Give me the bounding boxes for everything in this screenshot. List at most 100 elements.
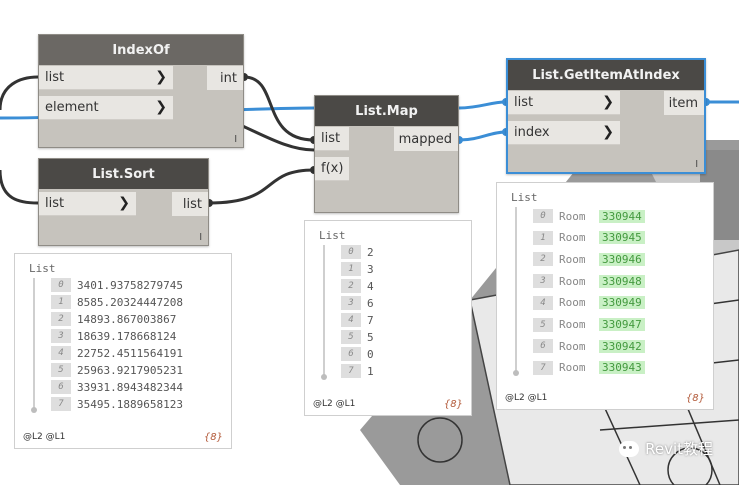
list-value: 330945 [599, 231, 645, 245]
watermark: Revit教程 [619, 438, 713, 459]
node-title: List.GetItemAtIndex [508, 60, 704, 90]
node-title: List.Sort [39, 159, 208, 189]
wire-left-sort[interactable] [0, 169, 39, 205]
list-index: 3 [51, 329, 71, 343]
list-item: 24 [341, 277, 374, 295]
wire-sort-to-fx[interactable] [208, 168, 315, 205]
list-item: 6 33931.8943482344 [51, 378, 183, 396]
list-index: 0 [341, 245, 361, 259]
chevron-right-icon: ❯ [155, 99, 167, 115]
input-port-list[interactable]: list ❯ [508, 91, 620, 115]
output-port-list[interactable]: list [172, 192, 208, 216]
item-type: Room [559, 274, 586, 288]
lacing-indicator: l [695, 160, 698, 170]
list-index: 7 [51, 397, 71, 411]
item-type: Room [559, 296, 586, 310]
list-value: 0 [367, 347, 374, 361]
list-levels: @L2 @L1 [505, 393, 548, 403]
list-rail [513, 207, 519, 376]
list-item: 0 3401.93758279745 [51, 276, 183, 294]
dynamo-canvas[interactable]: IndexOf list ❯ element ❯ int l List.Sort… [0, 0, 739, 485]
list-rail [321, 245, 327, 380]
output-port-item[interactable]: item [664, 91, 704, 115]
list-item: 13 [341, 260, 374, 278]
list-item: 4 22752.4511564191 [51, 344, 183, 362]
list-index: 6 [51, 380, 71, 394]
wire-blue-to-getitem-list[interactable] [458, 100, 507, 110]
list-item: 5 Room 330947 [533, 316, 645, 334]
input-port-list[interactable]: list [315, 127, 349, 151]
list-value: 22752.4511564191 [77, 346, 183, 360]
list-value: 330942 [599, 339, 645, 353]
list-value: 5 [367, 330, 374, 344]
list-getitematindex-node[interactable]: List.GetItemAtIndex list ❯ index ❯ item … [506, 58, 706, 174]
list-item: 2 Room 330946 [533, 250, 645, 268]
list-map-node[interactable]: List.Map list f(x) mapped [314, 95, 459, 213]
item-type: Room [559, 231, 586, 245]
sort-preview-panel[interactable]: List 0 3401.93758279745 1 8585.20324447208 2… [14, 253, 232, 449]
list-index: 3 [533, 274, 553, 289]
port-label: item [668, 95, 698, 111]
list-value: 35495.1889658123 [77, 397, 183, 411]
list-index: 3 [341, 296, 361, 310]
list-index: 5 [51, 363, 71, 377]
list-index: 4 [341, 313, 361, 327]
preview-header: List [29, 262, 56, 275]
output-port-int[interactable]: int [207, 66, 243, 90]
port-label: list [321, 131, 341, 146]
node-title: List.Map [315, 96, 458, 126]
list-index: 0 [533, 209, 553, 223]
input-port-list[interactable]: list ❯ [39, 192, 136, 216]
list-item: 55 [341, 328, 374, 346]
list-index: 5 [533, 317, 553, 332]
chevron-right-icon: ❯ [155, 69, 167, 85]
list-index: 1 [51, 295, 71, 309]
list-value: 18639.178668124 [77, 329, 177, 343]
port-label: f(x) [321, 161, 344, 176]
list-item: 4 Room 330949 [533, 294, 645, 312]
input-port-list[interactable]: list ❯ [39, 66, 173, 90]
list-item: 02 [341, 243, 374, 261]
item-count: {8} [443, 399, 463, 410]
input-port-element[interactable]: element ❯ [39, 96, 173, 120]
preview-header: List [511, 191, 538, 204]
list-item: 36 [341, 294, 374, 312]
item-type: Room [559, 252, 586, 266]
list-value: 14893.867003867 [77, 312, 177, 326]
list-item: 1 Room 330945 [533, 229, 645, 247]
port-label: mapped [398, 131, 452, 147]
list-item: 60 [341, 345, 374, 363]
lacing-indicator: l [234, 135, 237, 145]
list-index: 6 [341, 347, 361, 361]
output-port-mapped[interactable]: mapped [394, 127, 458, 151]
map-preview-panel[interactable]: List 0213243647556071 @L2 @L1 {8} [304, 220, 472, 416]
getitem-preview-panel[interactable]: List 0 Room 330944 1 Room 330945 2 Room 330946 3 R… [496, 182, 714, 410]
item-type: Room [559, 361, 586, 375]
list-item: 0 Room 330944 [533, 207, 645, 225]
item-type: Room [559, 318, 586, 331]
wire-left-list[interactable] [0, 75, 39, 111]
port-label: list [45, 70, 65, 85]
port-label: list [514, 95, 534, 110]
wire-blue-mapped-to-index[interactable] [458, 130, 507, 142]
input-port-fx[interactable]: f(x) [315, 157, 349, 181]
list-item: 7 35495.1889658123 [51, 395, 183, 413]
indexof-node[interactable]: IndexOf list ❯ element ❯ int l [38, 34, 244, 148]
port-label: list [45, 196, 65, 211]
chevron-right-icon: ❯ [602, 124, 614, 140]
list-item: 2 14893.867003867 [51, 310, 176, 328]
list-value: 2 [367, 245, 374, 259]
chevron-right-icon: ❯ [118, 195, 130, 211]
list-item: 6 Room 330942 [533, 337, 645, 355]
list-sort-node[interactable]: List.Sort list ❯ list l [38, 158, 209, 246]
list-index: 1 [533, 230, 553, 245]
list-item: 47 [341, 311, 374, 329]
list-item: 3 Room 330948 [533, 272, 645, 290]
input-port-index[interactable]: index ❯ [508, 121, 620, 145]
preview-header: List [319, 229, 346, 242]
list-index: 4 [51, 346, 71, 360]
list-value: 4 [367, 279, 374, 293]
list-index: 7 [341, 364, 361, 378]
list-index: 5 [341, 330, 361, 344]
port-label: index [514, 125, 550, 140]
